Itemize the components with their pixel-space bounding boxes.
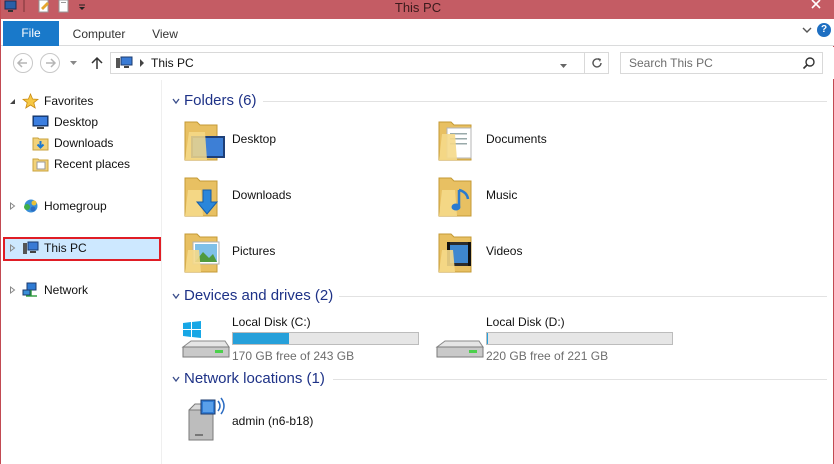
- address-bar[interactable]: This PC: [110, 52, 585, 74]
- breadcrumb-separator-icon[interactable]: [138, 54, 146, 72]
- search-box[interactable]: [620, 52, 823, 74]
- windows-drive-icon: [181, 321, 230, 358]
- desktop-icon: [32, 115, 49, 129]
- sidebar-item-label: Favorites: [44, 94, 94, 108]
- group-divider: [339, 296, 827, 297]
- drive-name: Local Disk (D:): [486, 315, 565, 329]
- group-title: Devices and drives (2): [184, 287, 334, 304]
- sidebar-item-label: Homegroup: [44, 199, 107, 213]
- refresh-icon: [591, 58, 602, 68]
- address-dropdown-icon[interactable]: [559, 63, 568, 69]
- folder-item-pictures[interactable]: Pictures: [181, 228, 421, 278]
- drive-usage-bar: [486, 332, 673, 345]
- sidebar-item-label: Recent places: [54, 157, 131, 171]
- forward-arrow-icon: [46, 58, 57, 68]
- drive-item-c[interactable]: Local Disk (C:) 170 GB free of 243 GB: [181, 315, 431, 367]
- back-arrow-icon: [16, 58, 27, 68]
- drive-usage-fill: [233, 333, 289, 344]
- hard-drive-icon: [435, 340, 484, 358]
- sidebar-item-label: This PC: [44, 241, 87, 255]
- up-arrow-icon[interactable]: [89, 55, 105, 71]
- forward-button[interactable]: [40, 53, 60, 73]
- close-icon[interactable]: [801, 0, 831, 10]
- help-button[interactable]: ?: [817, 23, 831, 37]
- documents-folder-icon: [438, 121, 472, 161]
- folder-label: Music: [486, 188, 518, 202]
- folder-label: Documents: [486, 132, 547, 146]
- sidebar-item-downloads[interactable]: Downloads: [32, 133, 152, 153]
- sidebar-item-desktop[interactable]: Desktop: [32, 112, 152, 132]
- network-drive-icon: [188, 397, 225, 441]
- group-title: Folders (6): [184, 92, 257, 109]
- recent-places-icon: [32, 158, 49, 172]
- folder-label: Pictures: [232, 244, 276, 258]
- chevron-down-icon[interactable]: [172, 97, 180, 105]
- desktop-folder-icon: [184, 121, 225, 161]
- folder-label: Downloads: [232, 188, 292, 202]
- downloads-icon: [32, 137, 49, 151]
- window-title: This PC: [394, 0, 442, 15]
- explorer-window: This PC File Computer View ? This PC Sea…: [0, 0, 834, 464]
- network-location-label: admin (n6-b18): [232, 414, 314, 428]
- title-bar: This PC: [1, 0, 834, 19]
- chevron-down-icon[interactable]: [172, 292, 180, 300]
- sidebar-item-recent-places[interactable]: Recent places: [32, 154, 152, 174]
- group-title: Network locations (1): [184, 370, 325, 387]
- downloads-folder-icon: [184, 177, 219, 217]
- ribbon-tabs: File Computer View ?: [1, 19, 834, 46]
- recent-locations-chevron-icon[interactable]: [69, 60, 78, 66]
- sidebar-item-favorites[interactable]: Favorites: [9, 91, 159, 111]
- group-divider: [333, 379, 827, 380]
- group-header-network-locations[interactable]: Network locations (1): [163, 369, 834, 389]
- folder-item-music[interactable]: Music: [435, 172, 675, 222]
- music-folder-icon: [438, 177, 472, 217]
- drive-usage-fill: [487, 333, 488, 344]
- search-input[interactable]: [621, 53, 799, 73]
- folder-item-desktop[interactable]: Desktop: [181, 116, 421, 166]
- navigation-bar: This PC: [1, 47, 834, 79]
- collapsed-chevron-icon[interactable]: [9, 244, 16, 252]
- network-location-item[interactable]: admin (n6-b18): [181, 396, 431, 446]
- address-path[interactable]: This PC: [151, 53, 194, 73]
- homegroup-icon: [24, 199, 38, 213]
- sidebar-item-label: Downloads: [54, 136, 114, 150]
- sidebar-item-label: Network: [44, 283, 89, 297]
- computer-icon: [23, 241, 39, 254]
- pictures-folder-icon: [184, 233, 220, 273]
- folder-label: Desktop: [232, 132, 277, 146]
- network-icon: [22, 282, 37, 297]
- videos-folder-icon: [438, 233, 472, 273]
- sidebar-item-this-pc[interactable]: This PC: [9, 238, 159, 258]
- sidebar-item-label: Desktop: [54, 115, 99, 129]
- tab-computer[interactable]: Computer: [61, 23, 137, 46]
- tab-view[interactable]: View: [141, 23, 189, 46]
- group-divider: [263, 101, 827, 102]
- folder-item-documents[interactable]: Documents: [435, 116, 675, 166]
- navigation-pane: Favorites Desktop Downloads Recent place…: [1, 80, 162, 464]
- drive-free-space: 170 GB free of 243 GB: [232, 349, 355, 363]
- drive-item-d[interactable]: Local Disk (D:) 220 GB free of 221 GB: [435, 315, 685, 367]
- refresh-button[interactable]: [585, 52, 609, 74]
- drive-name: Local Disk (C:): [232, 315, 311, 329]
- tab-file[interactable]: File: [3, 21, 59, 46]
- expanded-chevron-icon[interactable]: [9, 97, 16, 105]
- search-icon[interactable]: [802, 56, 816, 70]
- star-icon: [22, 93, 39, 109]
- group-header-devices-and-drives[interactable]: Devices and drives (2): [163, 286, 834, 306]
- expand-ribbon-chevron-icon[interactable]: [801, 24, 813, 36]
- group-header-folders[interactable]: Folders (6): [163, 91, 834, 111]
- collapsed-chevron-icon[interactable]: [9, 286, 16, 294]
- drive-free-space: 220 GB free of 221 GB: [486, 349, 609, 363]
- folder-label: Videos: [486, 244, 523, 258]
- folder-item-videos[interactable]: Videos: [435, 228, 675, 278]
- chevron-down-icon[interactable]: [172, 375, 180, 383]
- drive-usage-bar: [232, 332, 419, 345]
- collapsed-chevron-icon[interactable]: [9, 202, 16, 210]
- back-button[interactable]: [13, 53, 33, 73]
- content-pane: Folders (6) Desktop Documents Downloads …: [163, 80, 834, 464]
- folder-item-downloads[interactable]: Downloads: [181, 172, 421, 222]
- sidebar-item-homegroup[interactable]: Homegroup: [9, 196, 159, 216]
- computer-icon: [116, 56, 133, 68]
- sidebar-item-network[interactable]: Network: [9, 280, 159, 300]
